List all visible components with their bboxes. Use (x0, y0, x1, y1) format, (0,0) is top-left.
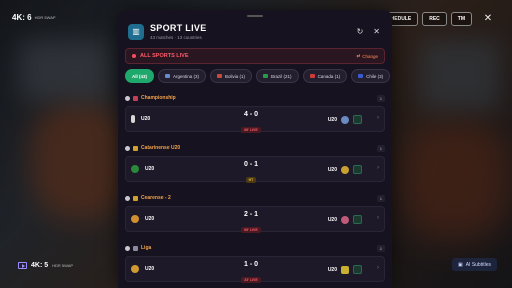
match-row[interactable]: U20 1 - 0 33' LIVE U20 › (125, 256, 385, 283)
flag-icon (263, 74, 269, 78)
status-badge: 66' LIVE (241, 127, 261, 133)
match-count-badge: 1 (376, 144, 385, 152)
tab-brazil[interactable]: Brazil (21) (256, 69, 299, 83)
swap-icon: ⇄ (356, 53, 361, 58)
bottom-quality: 4K: 5 HDR 5WAP (18, 262, 73, 269)
rec-button[interactable]: REC (422, 12, 447, 26)
refresh-icon[interactable]: ↻ (357, 27, 364, 36)
score: 4 - 0 (243, 111, 258, 118)
league-logo-icon (133, 195, 138, 201)
status-badge: HT (245, 177, 257, 183)
match-count-badge: 2 (376, 244, 385, 252)
home-team: U20 (145, 266, 155, 272)
home-team-logo-icon (131, 165, 139, 173)
away-team-logo-icon (341, 165, 349, 174)
flag-icon (217, 74, 223, 78)
score: 2 - 1 (243, 211, 258, 218)
away-team: U20 (327, 216, 337, 223)
away-team-logo-icon (341, 215, 349, 224)
match-row[interactable]: U20 2 - 1 66' LIVE U20 › (125, 206, 385, 233)
league-logo-icon (133, 245, 138, 251)
match-list: Championship 1 U20 4 - 0 66' LIVE U20 › … (125, 92, 385, 288)
away-team: U20 (327, 266, 337, 273)
flag-icon (358, 74, 364, 78)
chevron-right-icon[interactable]: › (377, 165, 379, 171)
tab-canada[interactable]: Canada (1) (302, 69, 348, 83)
live-dot-icon (132, 54, 136, 58)
panel-subtitle: 43 matches · 13 countries (150, 35, 202, 40)
camera-icon[interactable] (353, 115, 362, 124)
panel-header: ▥ SPORT LIVE 43 matches · 13 countries (128, 23, 207, 40)
flag-icon (309, 74, 315, 78)
league-header[interactable]: Catarinense U20 1 (125, 142, 385, 154)
league-header[interactable]: Liga 2 (125, 242, 385, 254)
change-button[interactable]: ⇄ Change (356, 53, 378, 59)
soccer-ball-icon (125, 195, 130, 201)
camera-icon[interactable] (353, 165, 362, 174)
panel-title: SPORT LIVE (150, 23, 207, 33)
home-team: U20 (145, 166, 155, 172)
chevron-right-icon[interactable]: › (377, 265, 379, 271)
chevron-right-icon[interactable]: › (377, 115, 379, 121)
away-team: U20 (327, 116, 337, 123)
home-team-logo-icon (131, 265, 139, 273)
tab-all[interactable]: All (43) (125, 69, 155, 83)
subtitle-icon: ▣ (457, 261, 463, 268)
away-team-logo-icon (341, 265, 349, 274)
score: 0 - 1 (243, 161, 258, 168)
drag-handle[interactable] (247, 15, 263, 17)
top-controls: HEDULE REC TM ✕ (383, 12, 494, 26)
quality-label: 4K: 6 HDR 5WAP (12, 13, 56, 22)
soccer-ball-icon (125, 145, 130, 151)
status-badge: 33' LIVE (241, 277, 261, 283)
close-icon[interactable]: ✕ (482, 13, 494, 25)
match-row[interactable]: U20 4 - 0 66' LIVE U20 › (125, 106, 385, 133)
app-logo-icon: ▥ (128, 23, 144, 40)
home-team-logo-icon (131, 115, 135, 123)
tab-bolivia[interactable]: Bolivia (1) (210, 69, 253, 83)
home-team: U20 (141, 116, 151, 122)
away-team: U20 (327, 166, 337, 173)
league-header[interactable]: Cearense - 2 1 (125, 192, 385, 204)
league-logo-icon (133, 145, 138, 151)
match-row[interactable]: U20 0 - 1 HT U20 › (125, 156, 385, 183)
all-sports-live-bar[interactable]: ALL SPORTS LIVE ⇄ Change (125, 48, 385, 64)
camera-icon[interactable] (353, 215, 362, 224)
tab-argentina[interactable]: Argentina (3) (158, 69, 207, 83)
screen-icon[interactable] (18, 262, 27, 269)
match-count-badge: 1 (376, 194, 385, 202)
tm-button[interactable]: TM (450, 12, 472, 26)
league-logo-icon (133, 95, 138, 101)
soccer-ball-icon (125, 245, 130, 251)
home-team: U20 (145, 216, 155, 222)
away-team-logo-icon (341, 115, 349, 124)
home-team-logo-icon (131, 215, 139, 223)
match-count-badge: 1 (376, 94, 385, 102)
camera-icon[interactable] (353, 265, 362, 274)
chevron-right-icon[interactable]: › (377, 215, 379, 221)
country-tabs: All (43) Argentina (3) Bolivia (1) Brazi… (125, 69, 392, 83)
league-header[interactable]: Championship 1 (125, 92, 385, 104)
flag-icon (165, 74, 171, 78)
status-badge: 66' LIVE (241, 227, 261, 233)
tab-chile[interactable]: Chile (3) (351, 69, 391, 83)
soccer-ball-icon (125, 95, 130, 101)
score: 1 - 0 (243, 261, 258, 268)
ai-subtitles-button[interactable]: ▣ AI Subtitles (451, 258, 497, 271)
sport-live-panel: ▥ SPORT LIVE 43 matches · 13 countries ↻… (118, 10, 392, 288)
close-icon[interactable]: ✕ (373, 27, 380, 36)
